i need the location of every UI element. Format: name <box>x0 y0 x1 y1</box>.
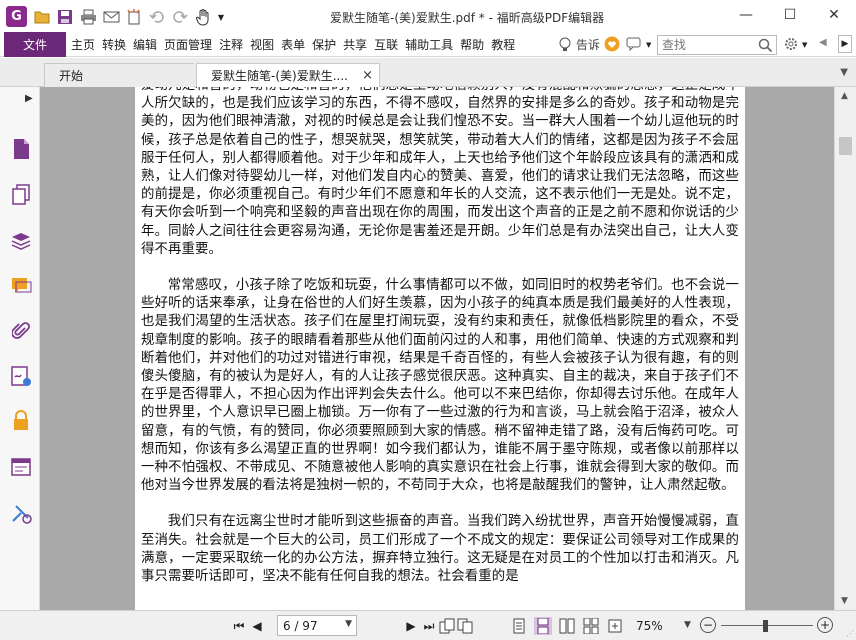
menu-form[interactable]: 表单 <box>281 36 305 53</box>
page-number-field[interactable]: 6 / 97 ▼ <box>277 615 357 636</box>
zoom-dropdown-icon[interactable]: ▼ <box>684 620 691 630</box>
tell-me[interactable]: 告诉 <box>558 36 600 53</box>
search-icon[interactable] <box>758 38 773 53</box>
view-mode-group <box>510 617 624 635</box>
page-nav-left: ⏮ ◀ <box>230 617 266 635</box>
left-navigation-panel: ▶ <box>0 87 40 610</box>
menu-accessibility[interactable]: 辅助工具 <box>405 36 453 53</box>
menu-help[interactable]: 帮助 <box>460 36 484 53</box>
tab-scroll-icon[interactable]: ▼ <box>840 67 848 78</box>
collapse-right-icon[interactable]: ▶ <box>838 35 852 53</box>
paragraph-2: 常常感叹，小孩子除了吃饭和玩耍，什么事情都可以不做，如同旧时的权势老爷们。也不会… <box>141 278 739 494</box>
open-icon[interactable] <box>32 7 52 27</box>
single-page-icon[interactable] <box>510 617 528 635</box>
scroll-thumb[interactable] <box>839 137 852 155</box>
collapse-left-icon[interactable]: ◀ <box>819 37 827 48</box>
first-page-icon[interactable]: ⏮ <box>230 617 248 635</box>
redo-icon[interactable] <box>170 7 190 27</box>
tab-start[interactable]: 开始 <box>44 63 194 87</box>
copy-pages-icon[interactable] <box>9 183 33 207</box>
attachment-icon[interactable] <box>9 319 33 343</box>
menu-edit[interactable]: 编辑 <box>133 36 157 53</box>
title-bar: G ▼ 爱默生随笔-(美)爱默生.pdf * - 福昕高级PDF编辑器 — ☐ <box>0 0 856 34</box>
continuous-facing-icon[interactable] <box>582 617 600 635</box>
new-icon[interactable] <box>124 7 144 27</box>
signature-icon[interactable] <box>9 364 33 388</box>
quick-access-toolbar: ▼ <box>32 7 229 27</box>
menu-view[interactable]: 视图 <box>250 36 274 53</box>
close-icon[interactable]: ✕ <box>812 0 856 30</box>
pdf-page[interactable]: 爱动儿是和善的，动物也是和善的，他们总是生动地信赖别人，没有混乱和欺骗的思想，这… <box>135 87 745 610</box>
menu-convert[interactable]: 转换 <box>102 36 126 53</box>
page-thumbnail-icon[interactable] <box>9 137 33 161</box>
zoom-level[interactable]: 75% <box>636 619 663 633</box>
menu-items: 主页 转换 编辑 页面管理 注释 视图 表单 保护 共享 互联 辅助工具 帮助 … <box>71 32 522 57</box>
search-field[interactable] <box>657 35 777 55</box>
settings-dropdown-icon[interactable]: ▼ <box>802 41 807 49</box>
menu-organize[interactable]: 页面管理 <box>164 36 212 53</box>
lightbulb-icon <box>559 37 571 51</box>
last-page-icon[interactable]: ⏭ <box>420 617 438 635</box>
scroll-down-icon[interactable]: ▼ <box>841 596 848 606</box>
page-nav-right: ▶ ⏭ <box>402 617 474 635</box>
tab-start-label: 开始 <box>59 69 84 83</box>
lock-icon[interactable] <box>9 409 33 433</box>
tab-document-label: 爱默生随笔-(美)爱默生.... <box>211 69 348 83</box>
menu-connect[interactable]: 互联 <box>374 36 398 53</box>
menu-share[interactable]: 共享 <box>343 36 367 53</box>
maximize-icon[interactable]: ☐ <box>768 0 812 30</box>
scroll-up-icon[interactable]: ▲ <box>841 91 848 101</box>
menu-tutorial[interactable]: 教程 <box>491 36 515 53</box>
zoom-out-icon[interactable]: − <box>700 617 716 633</box>
prev-page-icon[interactable]: ◀ <box>248 617 266 635</box>
search-input[interactable] <box>658 36 753 54</box>
menu-home[interactable]: 主页 <box>71 36 95 53</box>
certify-icon[interactable] <box>9 501 33 525</box>
form-fields-icon[interactable] <box>9 455 33 479</box>
next-view-icon[interactable] <box>456 617 474 635</box>
layers-icon[interactable] <box>9 229 33 253</box>
minimize-icon[interactable]: — <box>724 0 768 30</box>
hand-tool-icon[interactable] <box>193 7 213 27</box>
document-view[interactable]: 爱动儿是和善的，动物也是和善的，他们总是生动地信赖别人，没有混乱和欺骗的思想，这… <box>40 87 834 610</box>
resize-grip-icon[interactable]: ⋰ <box>846 629 854 638</box>
undo-icon[interactable] <box>147 7 167 27</box>
next-page-icon[interactable]: ▶ <box>402 617 420 635</box>
email-icon[interactable] <box>101 7 121 27</box>
like-icon[interactable] <box>604 36 620 55</box>
page-number-value: 6 / 97 <box>283 618 318 633</box>
tell-me-label: 告诉 <box>576 38 601 52</box>
print-icon[interactable] <box>78 7 98 27</box>
comment-bubble-icon[interactable] <box>626 37 642 54</box>
window-title: 爱默生随笔-(美)爱默生.pdf * - 福昕高级PDF编辑器 <box>330 11 605 25</box>
small-dropdown-icon[interactable]: ▼ <box>646 41 651 49</box>
paragraph-3: 我们只有在远离尘世时才能听到这些振奋的声音。当我们跨入纷扰世界，声音开始慢慢减弱… <box>141 514 739 585</box>
window-controls: — ☐ ✕ <box>724 0 856 30</box>
menu-bar: 文件 主页 转换 编辑 页面管理 注释 视图 表单 保护 共享 互联 辅助工具 … <box>0 32 856 57</box>
comments-icon[interactable] <box>9 274 33 298</box>
facing-icon[interactable] <box>558 617 576 635</box>
menu-protect[interactable]: 保护 <box>312 36 336 53</box>
document-tab-bar: 开始 爱默生随笔-(美)爱默生.... × ▼ <box>0 58 856 87</box>
prev-view-icon[interactable] <box>438 617 456 635</box>
continuous-icon[interactable] <box>534 617 552 635</box>
menu-comment[interactable]: 注释 <box>219 36 243 53</box>
tab-close-icon[interactable]: × <box>362 68 373 83</box>
status-bar: ⏮ ◀ 6 / 97 ▼ ▶ ⏭ 75% ▼ − + ⋰ <box>0 610 856 640</box>
fit-icon[interactable] <box>606 617 624 635</box>
tab-document[interactable]: 爱默生随笔-(美)爱默生.... × <box>196 63 380 87</box>
zoom-slider-thumb[interactable] <box>763 620 768 632</box>
paragraph-1: 爱动儿是和善的，动物也是和善的，他们总是生动地信赖别人，没有混乱和欺骗的思想，这… <box>141 87 739 257</box>
app-logo-icon[interactable]: G <box>6 6 27 27</box>
vertical-scrollbar[interactable]: ▲ ▼ <box>834 87 856 610</box>
dropdown-icon[interactable]: ▼ <box>216 7 226 27</box>
file-menu-button[interactable]: 文件 <box>4 32 66 57</box>
settings-gear-icon[interactable] <box>783 36 799 55</box>
page-dropdown-icon[interactable]: ▼ <box>345 619 352 629</box>
save-icon[interactable] <box>55 7 75 27</box>
zoom-in-icon[interactable]: + <box>817 617 833 633</box>
expand-arrow-icon[interactable]: ▶ <box>25 93 33 104</box>
